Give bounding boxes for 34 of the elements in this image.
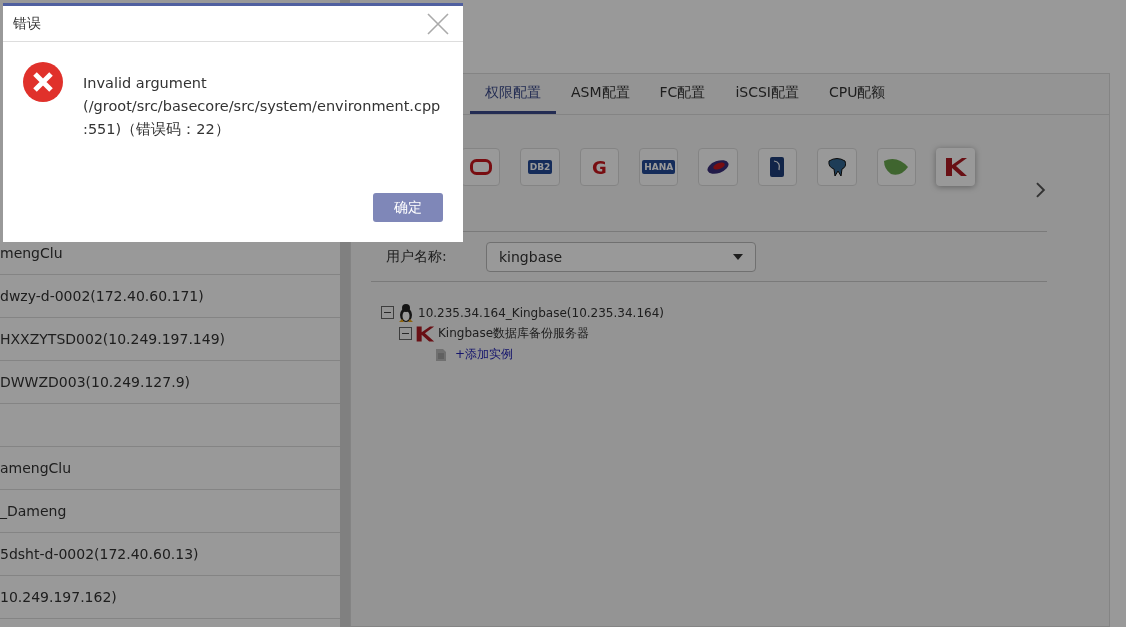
database-type-button[interactable]: G (579, 148, 620, 186)
card-logo-icon (769, 156, 786, 178)
database-type-button[interactable] (817, 148, 857, 186)
logo-badge: HANA (642, 160, 676, 174)
database-type-button[interactable] (461, 148, 501, 186)
database-type-button[interactable]: HANA (639, 148, 679, 186)
tree-node-label[interactable]: 10.235.34.164_Kingbase(10.235.34.164) (418, 305, 664, 320)
dialog-title: 错误 (13, 14, 41, 33)
collapse-toggle-icon[interactable] (399, 327, 412, 340)
add-instance-link[interactable]: +添加实例 (455, 346, 514, 363)
tab[interactable]: FC配置 (644, 74, 721, 114)
collapse-toggle-icon[interactable] (381, 306, 394, 319)
tab[interactable]: CPU配额 (813, 74, 901, 114)
logo-letter: G (592, 156, 607, 178)
database-type-button[interactable] (698, 148, 738, 186)
user-name-select[interactable]: kingbase (486, 241, 756, 272)
ring-logo-icon (469, 159, 492, 175)
confirm-button[interactable]: 确定 (373, 193, 443, 222)
logo-badge: DB2 (527, 160, 553, 174)
tree-node-label[interactable]: Kingbase数据库备份服务器 (438, 325, 590, 342)
user-name-label: 用户名称: (386, 247, 448, 266)
tab[interactable]: 权限配置 (470, 74, 556, 114)
database-type-button[interactable]: DB2 (520, 148, 560, 186)
document-icon (435, 347, 447, 362)
ellipse-logo-icon (706, 159, 731, 175)
tab[interactable]: iSCSI配置 (720, 74, 814, 114)
tab[interactable]: ASM配置 (556, 74, 645, 114)
database-type-button[interactable] (757, 148, 798, 186)
penguin-icon (397, 302, 415, 323)
leaf-logo-icon (883, 157, 910, 177)
caret-icon (733, 253, 743, 260)
k-logo-icon (943, 156, 968, 178)
error-message: Invalid argument (/groot/src/basecore/src/system/environment.cpp :551)（错误码：22） (83, 74, 441, 139)
error-icon (23, 62, 63, 102)
